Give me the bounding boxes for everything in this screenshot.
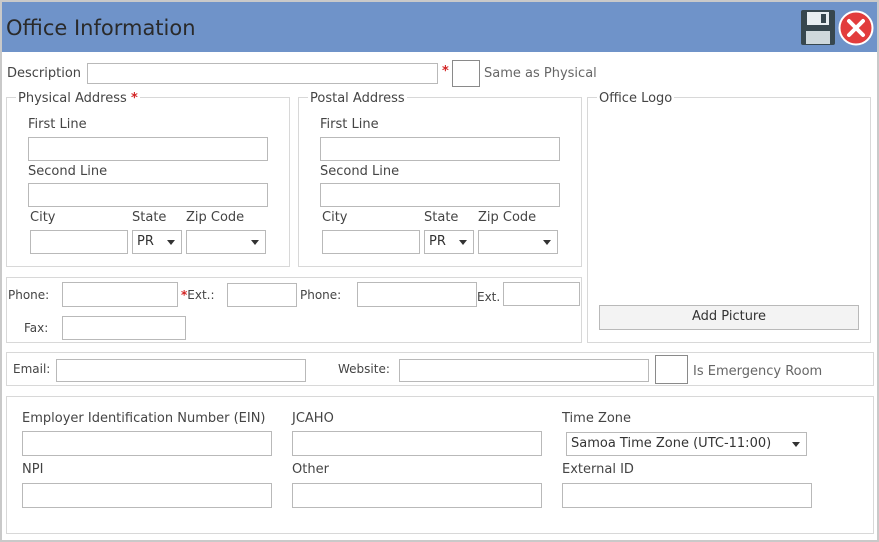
physical-state-value: PR (137, 234, 154, 249)
external-id-label: External ID (562, 462, 634, 477)
postal-first-line-input[interactable] (320, 137, 560, 161)
physical-address-title: Physical Address (18, 91, 127, 106)
other-label: Other (292, 462, 329, 477)
physical-address-legend: Physical Address * (16, 91, 140, 106)
jcaho-input[interactable] (292, 431, 542, 456)
postal-zip-label: Zip Code (478, 210, 537, 225)
npi-label: NPI (22, 462, 44, 477)
phone2-label: Phone: (300, 288, 342, 302)
physical-zip-label: Zip Code (186, 210, 245, 225)
physical-first-line-label: First Line (28, 117, 87, 132)
add-picture-button[interactable]: Add Picture (599, 305, 859, 330)
description-input[interactable] (87, 63, 438, 84)
physical-second-line-label: Second Line (28, 164, 108, 179)
same-as-physical-checkbox[interactable] (452, 60, 480, 87)
ein-input[interactable] (22, 431, 272, 456)
window-title: Office Information (6, 16, 196, 40)
physical-city-input[interactable] (30, 230, 128, 254)
postal-address-legend: Postal Address (308, 91, 407, 106)
external-id-input[interactable] (562, 483, 812, 508)
office-logo-legend: Office Logo (597, 91, 675, 106)
physical-first-line-input[interactable] (28, 137, 268, 161)
ext-label: Ext.: (187, 288, 215, 302)
postal-first-line-label: First Line (320, 117, 379, 132)
ext-label-wrap: *Ext.: (181, 288, 215, 302)
physical-zip-select[interactable] (186, 230, 266, 254)
ext-input[interactable] (227, 283, 297, 307)
office-logo-image-area (598, 114, 860, 300)
website-input[interactable] (399, 359, 649, 382)
other-input[interactable] (292, 483, 542, 508)
postal-state-select[interactable]: PR (424, 230, 474, 254)
ext2-input[interactable] (503, 282, 580, 306)
physical-state-select[interactable]: PR (132, 230, 182, 254)
phone-input[interactable] (62, 282, 178, 307)
same-as-physical-label: Same as Physical (484, 66, 597, 81)
postal-city-label: City (322, 210, 348, 225)
website-label: Website: (338, 362, 390, 376)
postal-second-line-input[interactable] (320, 183, 560, 207)
ein-label: Employer Identification Number (EIN) (22, 411, 266, 426)
timezone-select[interactable]: Samoa Time Zone (UTC-11:00) (566, 432, 807, 456)
postal-state-label: State (424, 210, 459, 225)
chevron-down-icon (543, 240, 551, 245)
timezone-label: Time Zone (562, 411, 632, 426)
chevron-down-icon (792, 442, 800, 447)
floppy-disk-icon[interactable] (800, 9, 836, 46)
chevron-down-icon (167, 240, 175, 245)
email-input[interactable] (56, 359, 306, 382)
chevron-down-icon (459, 240, 467, 245)
postal-zip-select[interactable] (478, 230, 558, 254)
ext2-label: Ext. (477, 290, 501, 304)
emergency-room-checkbox[interactable] (655, 355, 688, 384)
physical-second-line-input[interactable] (28, 183, 268, 207)
title-bar: Office Information (2, 2, 877, 52)
phone2-input[interactable] (357, 282, 477, 307)
postal-state-value: PR (429, 234, 446, 249)
fax-input[interactable] (62, 316, 186, 340)
timezone-value: Samoa Time Zone (UTC-11:00) (571, 436, 772, 451)
physical-state-label: State (132, 210, 167, 225)
physical-address-required-mark: * (130, 91, 138, 106)
description-label: Description (7, 66, 82, 81)
fax-label: Fax: (24, 321, 49, 335)
npi-input[interactable] (22, 483, 272, 508)
close-circle-icon[interactable] (838, 10, 874, 46)
physical-city-label: City (30, 210, 56, 225)
emergency-room-label: Is Emergency Room (693, 364, 823, 379)
email-label: Email: (13, 362, 51, 376)
jcaho-label: JCAHO (292, 411, 334, 426)
description-required-mark: * (442, 64, 449, 79)
postal-city-input[interactable] (322, 230, 420, 254)
postal-second-line-label: Second Line (320, 164, 400, 179)
phone-label: Phone: (8, 288, 50, 302)
chevron-down-icon (251, 240, 259, 245)
